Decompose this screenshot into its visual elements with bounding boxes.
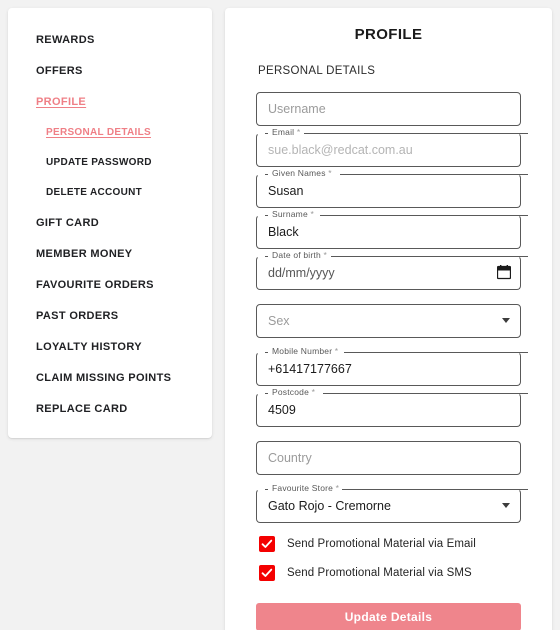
sidebar-item-gift-card[interactable]: GIFT CARD [8, 207, 212, 238]
update-details-button[interactable]: Update Details [256, 603, 521, 630]
sex-placeholder: Sex [268, 314, 290, 328]
username-placeholder: Username [268, 102, 326, 116]
checkbox-label: Send Promotional Material via Email [287, 538, 476, 550]
calendar-icon[interactable] [496, 265, 512, 280]
sidebar-nav-list: REWARDS OFFERS PROFILE PERSONAL DETAILS UPDA… [8, 24, 212, 424]
page-title: PROFILE [354, 26, 423, 43]
mobile-number-field[interactable]: Mobile Number * +61417177667 [256, 346, 528, 386]
surname-value: Black [268, 225, 299, 239]
checkbox-sms[interactable] [259, 565, 275, 581]
sidebar-item-member-money[interactable]: MEMBER MONEY [8, 238, 212, 269]
sidebar-item-update-password[interactable]: UPDATE PASSWORD [8, 147, 212, 177]
sidebar-item-past-orders[interactable]: PAST ORDERS [8, 300, 212, 331]
mobile-number-value: +61417177667 [268, 362, 352, 376]
checkbox-row[interactable]: Send Promotional Material via Email [256, 536, 521, 552]
profile-form-card: PROFILE PERSONAL DETAILS Username Email … [225, 8, 552, 630]
given-names-value: Susan [268, 184, 304, 198]
postcode-field[interactable]: Postcode * 4509 [256, 387, 528, 427]
section-heading-personal-details: PERSONAL DETAILS [258, 65, 376, 77]
sidebar-item-loyalty-history[interactable]: LOYALTY HISTORY [8, 331, 212, 362]
profile-page: REWARDS OFFERS PROFILE PERSONAL DETAILS UPDA… [0, 0, 560, 630]
surname-field[interactable]: Surname * Black [256, 209, 528, 249]
checkbox-email[interactable] [259, 536, 275, 552]
chevron-down-icon[interactable] [502, 503, 510, 508]
sidebar-navigation-card: REWARDS OFFERS PROFILE PERSONAL DETAILS UPDA… [8, 8, 212, 438]
country-field[interactable]: Country [256, 441, 521, 475]
chevron-down-icon[interactable] [502, 318, 510, 323]
username-field[interactable]: Username [256, 92, 521, 126]
favourite-store-value: Gato Rojo - Cremorne [268, 499, 391, 513]
given-names-field[interactable]: Given Names * Susan [256, 168, 528, 208]
sidebar-item-profile[interactable]: PROFILE [8, 86, 212, 117]
favourite-store-select[interactable]: Favourite Store * Gato Rojo - Cremorne [256, 483, 528, 523]
email-value: sue.black@redcat.com.au [268, 143, 413, 157]
email-field[interactable]: Email * sue.black@redcat.com.au [256, 127, 528, 167]
country-placeholder: Country [268, 451, 312, 465]
sidebar-item-delete-account[interactable]: DELETE ACCOUNT [8, 177, 212, 207]
sex-select[interactable]: Sex [256, 304, 521, 338]
checkbox-label: Send Promotional Material via SMS [287, 567, 472, 579]
postcode-value: 4509 [268, 403, 296, 417]
sidebar-item-claim-missing-points[interactable]: CLAIM MISSING POINTS [8, 362, 212, 393]
date-of-birth-value: dd/mm/yyyy [268, 266, 335, 280]
sidebar-item-offers[interactable]: OFFERS [8, 55, 212, 86]
sidebar-item-favourite-orders[interactable]: FAVOURITE ORDERS [8, 269, 212, 300]
date-of-birth-field[interactable]: Date of birth * dd/mm/yyyy [256, 250, 528, 290]
field-outline [256, 304, 521, 338]
sidebar-item-replace-card[interactable]: REPLACE CARD [8, 393, 212, 424]
sidebar-item-personal-details[interactable]: PERSONAL DETAILS [8, 117, 212, 147]
sidebar-item-rewards[interactable]: REWARDS [8, 24, 212, 55]
checkbox-row[interactable]: Send Promotional Material via SMS [256, 565, 521, 581]
check-icon [261, 539, 273, 548]
promotional-preferences: Send Promotional Material via Email Send … [256, 536, 521, 581]
check-icon [261, 568, 273, 577]
